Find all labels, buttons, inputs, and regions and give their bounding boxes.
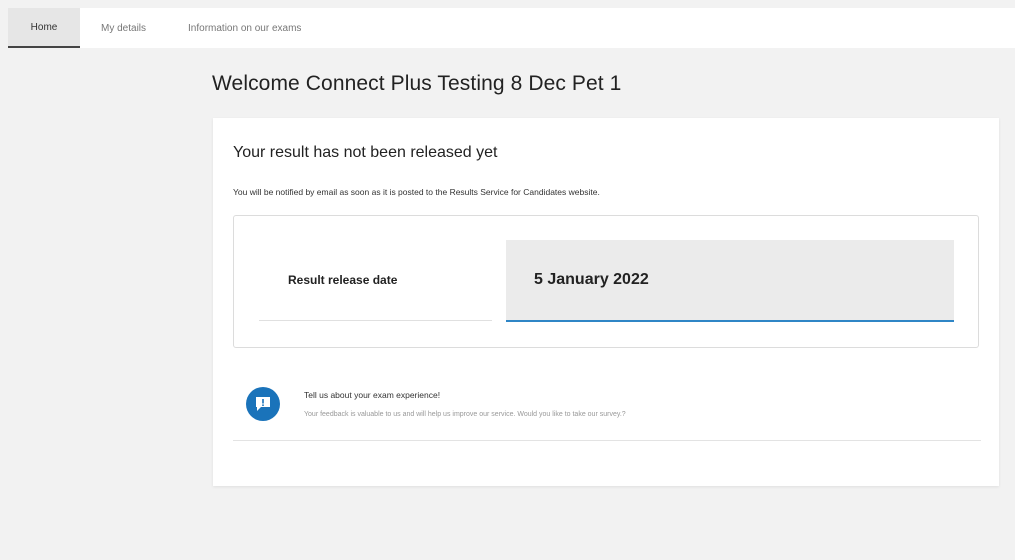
top-navigation: Home My details Information on our exams: [8, 8, 1015, 48]
release-date-field: 5 January 2022: [506, 240, 954, 322]
tab-home[interactable]: Home: [8, 8, 80, 48]
release-date-value: 5 January 2022: [534, 271, 649, 288]
release-date-label: Result release date: [288, 273, 398, 287]
feedback-description: Your feedback is valuable to us and will…: [304, 411, 626, 418]
result-notification-text: You will be notified by email as soon as…: [233, 187, 600, 197]
result-card: Your result has not been released yet Yo…: [213, 118, 999, 486]
feedback-section: Tell us about your exam experience! Your…: [233, 376, 981, 441]
feedback-bubble-icon[interactable]: [246, 387, 280, 421]
feedback-title-link[interactable]: Tell us about your exam experience!: [304, 390, 440, 400]
tab-my-details[interactable]: My details: [80, 8, 167, 48]
result-heading: Your result has not been released yet: [233, 144, 498, 161]
release-date-label-divider: [259, 320, 492, 321]
page-title: Welcome Connect Plus Testing 8 Dec Pet 1: [212, 72, 622, 95]
tab-information-on-our-exams[interactable]: Information on our exams: [167, 8, 322, 48]
release-date-panel: Result release date 5 January 2022: [233, 215, 979, 348]
